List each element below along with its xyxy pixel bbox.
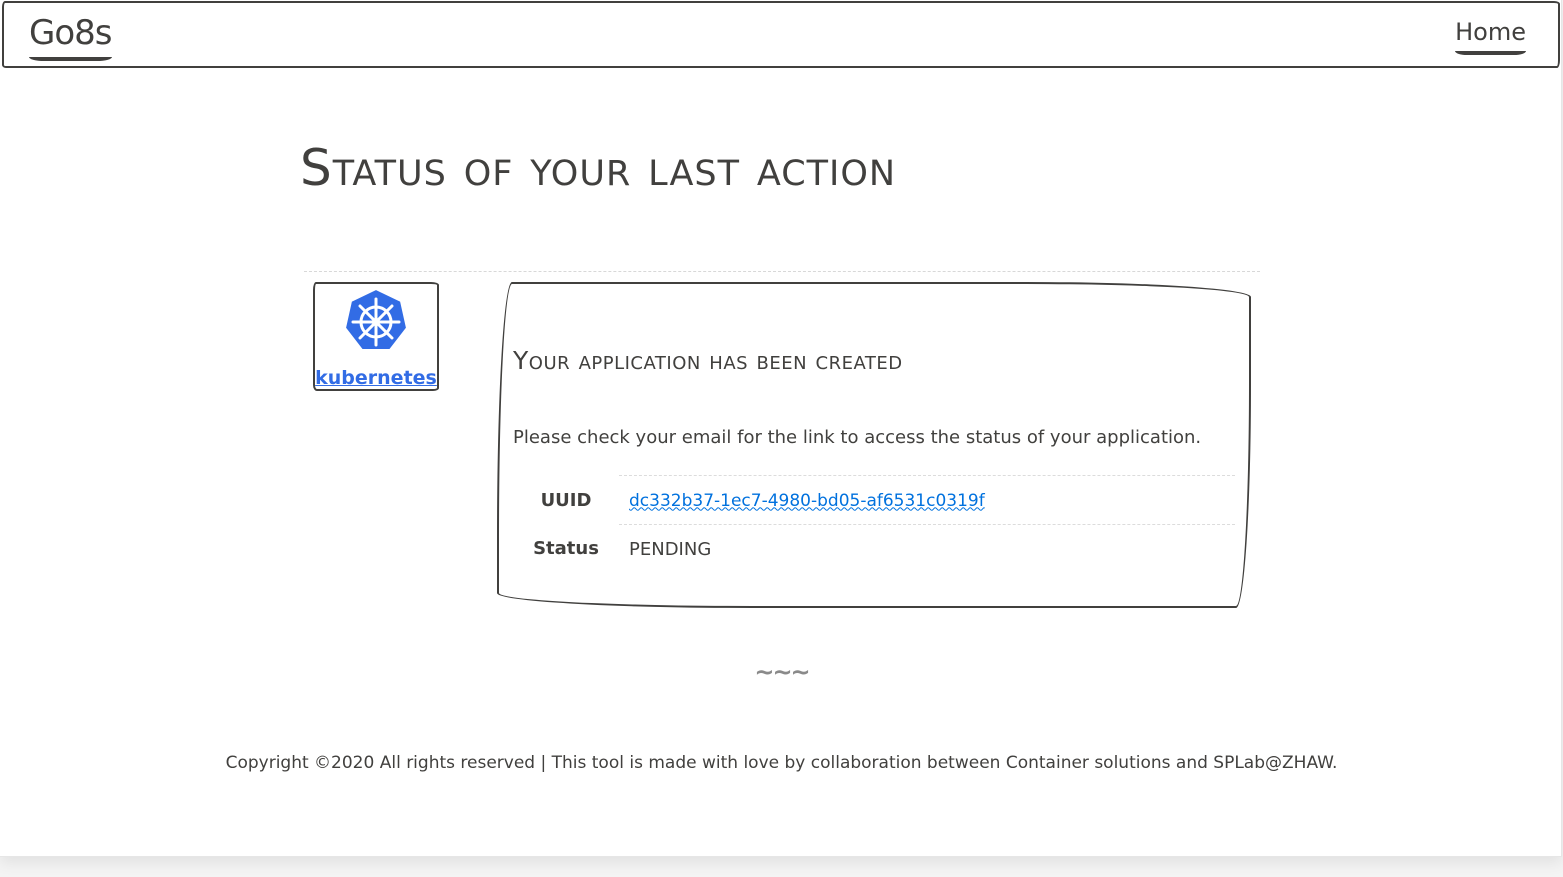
status-value: PENDING (619, 524, 1235, 573)
status-label: Status (533, 538, 599, 560)
card-message: Please check your email for the link to … (513, 427, 1202, 448)
kubernetes-helm-icon (343, 287, 409, 351)
uuid-label: UUID (540, 489, 592, 511)
page-title: Status of your last action (300, 139, 897, 197)
status-card: Your application has been created Please… (497, 282, 1251, 608)
uuid-link[interactable]: dc332b37-1ec7-4980-bd05-af6531c0319f (629, 491, 985, 511)
card-title: Your application has been created (513, 346, 903, 375)
info-table: UUID dc332b37-1ec7-4980-bd05-af6531c0319… (513, 475, 1235, 573)
kubernetes-logo: kubernetes (313, 282, 439, 391)
uuid-cell: dc332b37-1ec7-4980-bd05-af6531c0319f (619, 475, 1235, 525)
table-row: UUID dc332b37-1ec7-4980-bd05-af6531c0319… (513, 475, 1235, 525)
kubernetes-logo-text: kubernetes (315, 367, 437, 389)
divider (304, 271, 1260, 272)
table-row: Status PENDING (513, 524, 1235, 573)
nav-home-link[interactable]: Home (1455, 17, 1526, 55)
page: Go8s Home Status of your last action kub… (0, 0, 1562, 857)
navbar: Go8s Home (2, 1, 1560, 68)
section-separator: ~~~ (754, 658, 810, 686)
footer-text: Copyright ©2020 All rights reserved | Th… (225, 753, 1338, 773)
brand-link[interactable]: Go8s (29, 13, 112, 61)
